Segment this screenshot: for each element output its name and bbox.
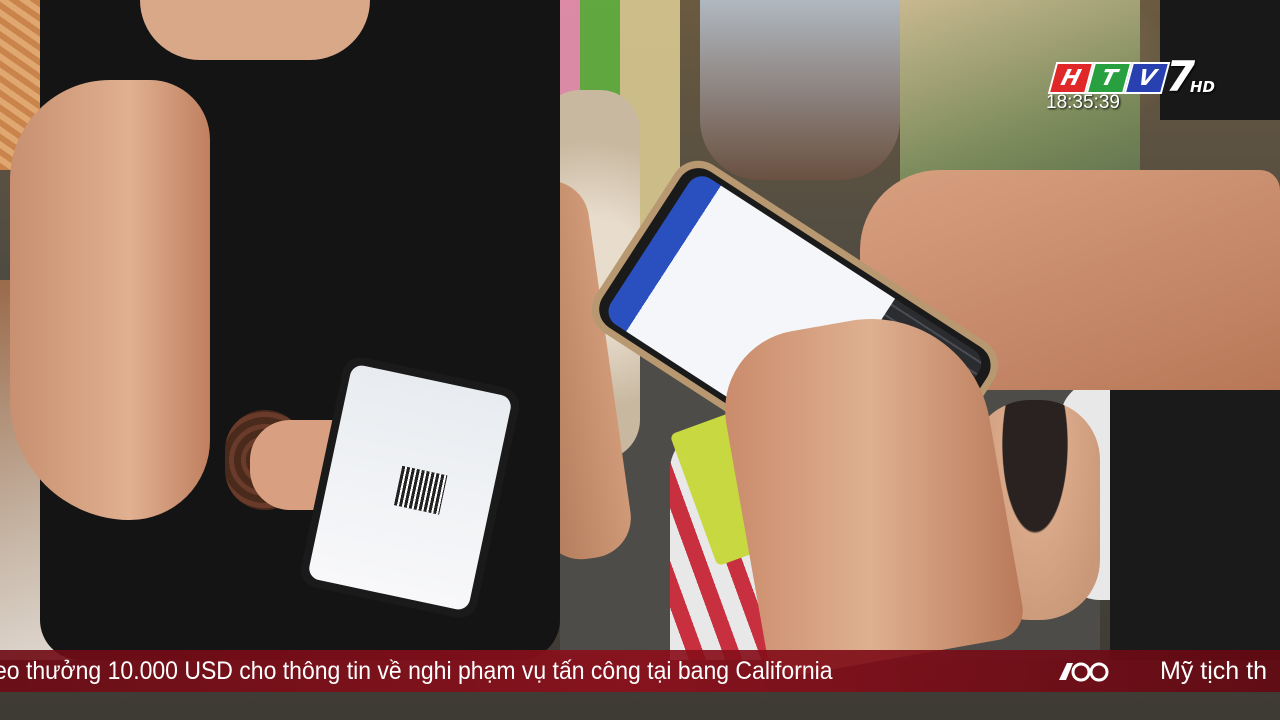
logo-hd: HD xyxy=(1190,78,1216,96)
news-ticker: eo thưởng 10.000 USD cho thông tin về ng… xyxy=(0,650,1280,692)
60s-logo-icon xyxy=(1059,662,1109,682)
ticker-next-headline: Mỹ tịch th xyxy=(1160,656,1267,685)
woman-right-arm xyxy=(10,80,210,520)
logo-letter-v: V xyxy=(1123,62,1171,94)
broadcast-clock: 18:35:39 xyxy=(1046,92,1120,113)
seated-vendor xyxy=(700,0,900,180)
ticker-headline: eo thưởng 10.000 USD cho thông tin về ng… xyxy=(0,656,833,685)
qr-code xyxy=(394,465,448,515)
woman-neck xyxy=(140,0,370,60)
qr-phone-screen xyxy=(307,363,513,612)
channel-logo: H T V 7 HD 18:35:39 xyxy=(1046,52,1215,116)
